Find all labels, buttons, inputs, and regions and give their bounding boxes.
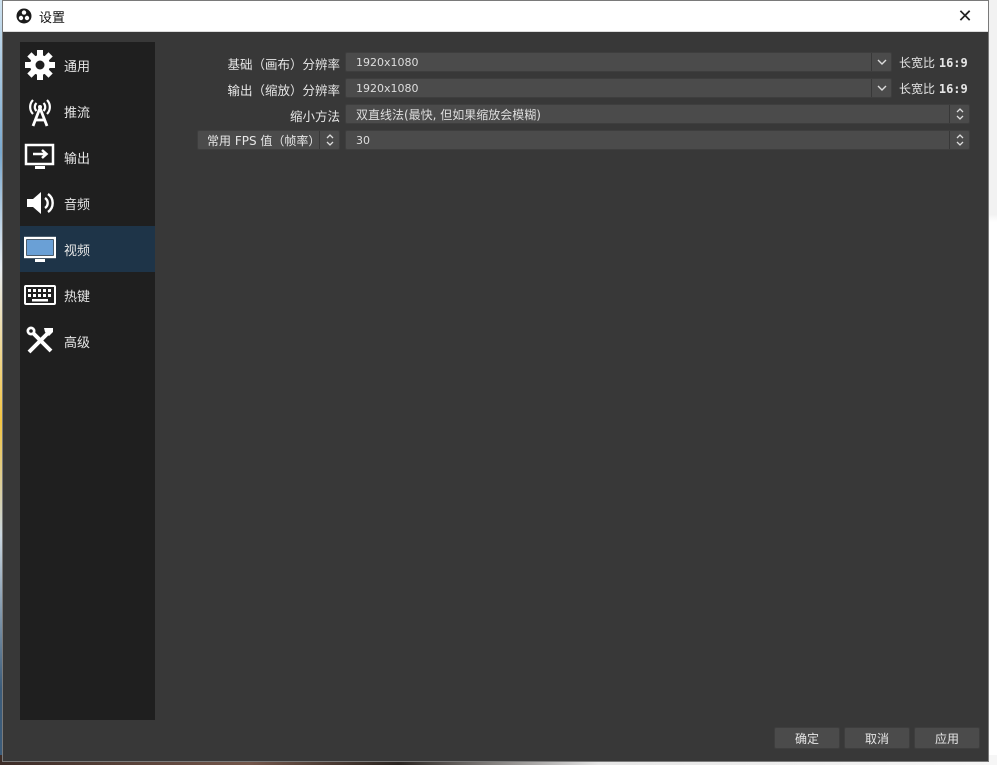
base-resolution-label: 基础（画布）分辨率 [227, 57, 340, 72]
settings-window: 设置 ✕ 通用 推流 输出 音频 视频 热键 高级 基础（画布）分辨率 1920… [2, 0, 989, 762]
sidebar-item-label: 输出 [64, 151, 91, 167]
base-resolution-combo[interactable]: 1920x1080 [345, 52, 892, 72]
tools-icon [23, 324, 57, 358]
sidebar-item-label: 推流 [64, 105, 91, 121]
base-aspect-ratio-label: 长宽比 [899, 56, 936, 70]
downscale-filter-value: 双直线法(最快, 但如果缩放会模糊) [356, 107, 541, 122]
output-resolution-combo[interactable]: 1920x1080 [345, 78, 892, 98]
ok-button[interactable]: 确定 [774, 727, 840, 749]
gear-icon [23, 48, 57, 82]
chevron-down-icon[interactable] [871, 79, 891, 97]
obs-logo-icon [16, 8, 32, 24]
close-button[interactable]: ✕ [942, 1, 988, 31]
base-aspect-ratio: 长宽比 16:9 [899, 54, 968, 71]
antenna-icon [23, 94, 57, 128]
updown-arrows-icon[interactable] [319, 131, 339, 149]
close-icon: ✕ [957, 5, 973, 27]
sidebar-item-audio[interactable]: 音频 [20, 180, 155, 226]
updown-arrows-icon[interactable] [949, 131, 969, 149]
sidebar-item-label: 热键 [64, 289, 91, 305]
output-monitor-icon [23, 140, 57, 174]
sidebar-item-output[interactable]: 输出 [20, 134, 155, 180]
updown-arrows-icon[interactable] [949, 105, 969, 123]
output-resolution-label: 输出（缩放）分辨率 [227, 83, 340, 98]
fps-type-select[interactable]: 常用 FPS 值（帧率） [197, 130, 340, 150]
sidebar-item-label: 高级 [64, 335, 91, 351]
sidebar-item-hotkeys[interactable]: 热键 [20, 272, 155, 318]
sidebar-item-stream[interactable]: 推流 [20, 88, 155, 134]
cancel-button[interactable]: 取消 [844, 727, 910, 749]
sidebar-item-label: 视频 [64, 243, 91, 259]
monitor-icon [23, 232, 57, 266]
sidebar-item-video[interactable]: 视频 [20, 226, 155, 272]
output-resolution-value: 1920x1080 [356, 81, 419, 95]
title-bar[interactable]: 设置 ✕ [3, 1, 988, 32]
output-aspect-ratio-label: 长宽比 [899, 82, 936, 96]
base-resolution-value: 1920x1080 [356, 55, 419, 69]
fps-type-value: 常用 FPS 值（帧率） [207, 133, 321, 148]
chevron-down-icon[interactable] [871, 53, 891, 71]
speaker-icon [23, 186, 57, 220]
output-aspect-ratio: 长宽比 16:9 [899, 80, 968, 97]
base-aspect-ratio-value: 16:9 [938, 56, 968, 70]
sidebar-item-general[interactable]: 通用 [20, 42, 155, 88]
fps-value: 30 [356, 133, 370, 147]
sidebar-item-label: 通用 [64, 59, 91, 75]
downscale-filter-combo[interactable]: 双直线法(最快, 但如果缩放会模糊) [345, 104, 970, 124]
settings-sidebar: 通用 推流 输出 音频 视频 热键 高级 [20, 42, 155, 720]
sidebar-item-label: 音频 [64, 197, 91, 213]
downscale-filter-label: 缩小方法 [289, 109, 340, 124]
output-aspect-ratio-value: 16:9 [938, 82, 968, 96]
window-title: 设置 [39, 10, 66, 26]
keyboard-icon [23, 278, 57, 312]
sidebar-item-advanced[interactable]: 高级 [20, 318, 155, 364]
fps-value-combo[interactable]: 30 [345, 130, 970, 150]
apply-button[interactable]: 应用 [914, 727, 980, 749]
